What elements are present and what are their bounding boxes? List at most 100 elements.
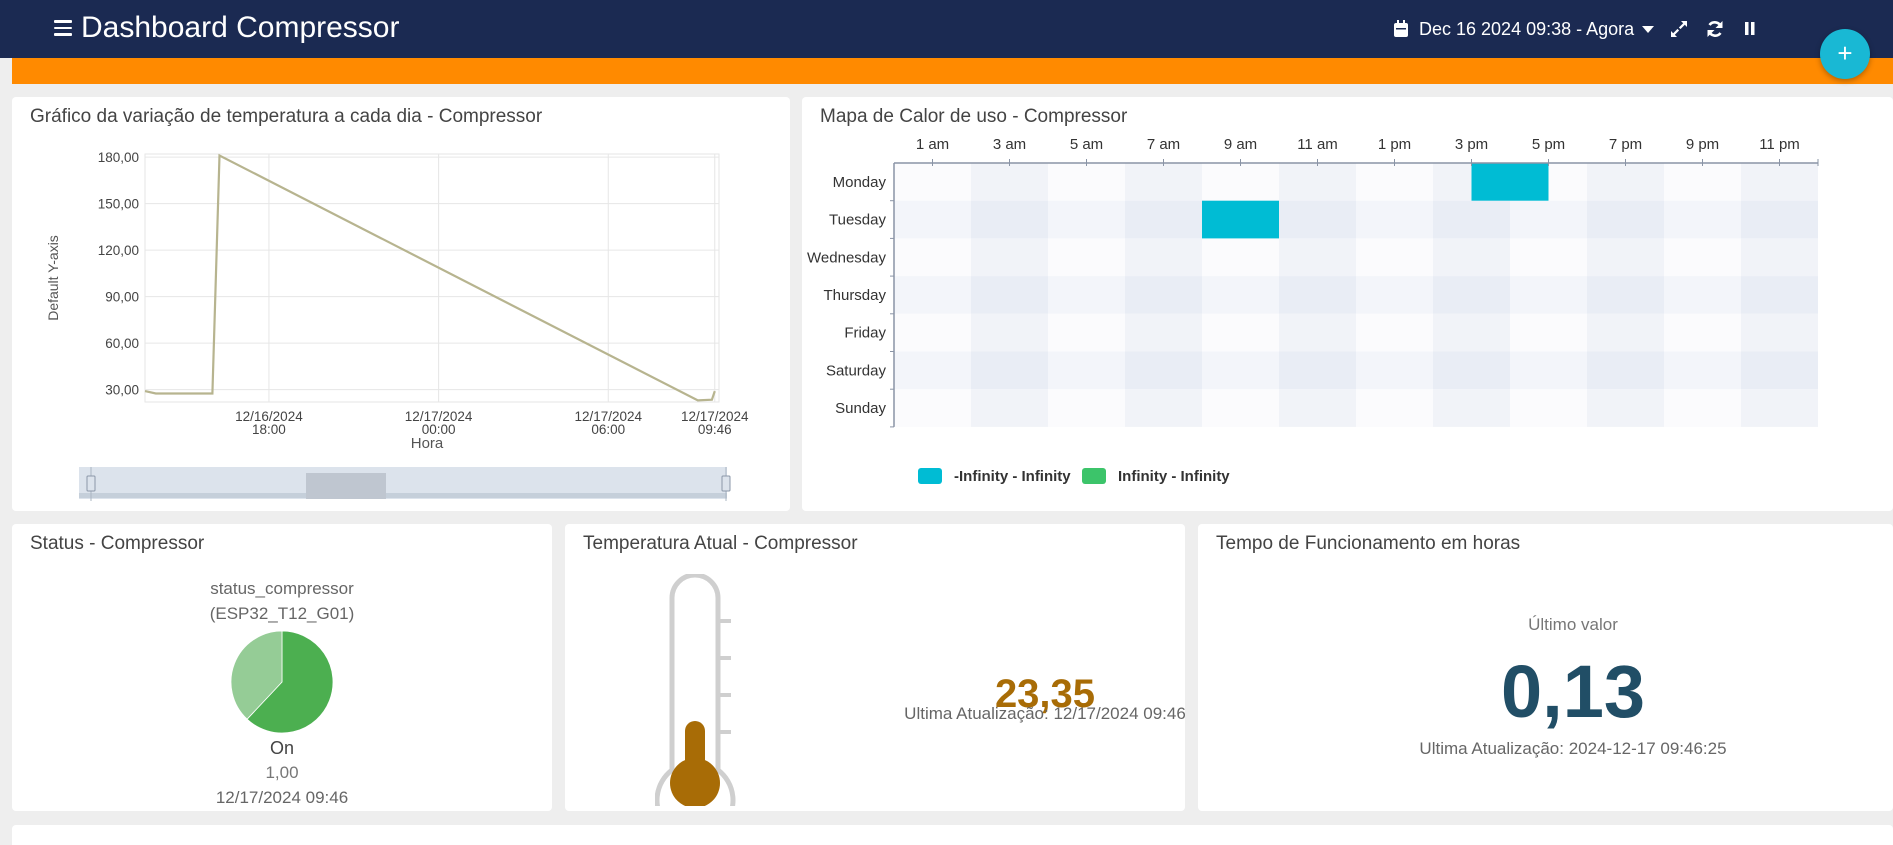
status-device-name: (ESP32_T12_G01) — [209, 604, 355, 623]
navigator-right-handle[interactable] — [721, 475, 731, 492]
panel-title: Temperatura Atual - Compressor — [583, 533, 858, 554]
heatmap-bg-cell — [1664, 238, 1741, 277]
add-widget-button[interactable]: + — [1820, 29, 1870, 79]
legend-swatch[interactable] — [1082, 468, 1106, 484]
legend-label[interactable]: -Infinity - Infinity — [954, 468, 1071, 485]
heatmap-bg-cell — [1356, 200, 1433, 239]
heatmap-hour-label: 1 pm — [1378, 136, 1411, 153]
heatmap-hour-label: 3 am — [993, 136, 1026, 153]
temperature-series-line — [144, 153, 716, 402]
runtime-panel: Tempo de Funcionamento em horas Último v… — [1198, 524, 1893, 811]
range-navigator[interactable] — [79, 467, 731, 501]
heatmap-bg-cell — [1433, 276, 1510, 314]
navigator-left-handle[interactable] — [86, 475, 96, 492]
usage-heatmap[interactable]: 1 am 3 am 5 am 7 am 9 am 11 am 1 pm 3 pm 5 pm 7 p… — [802, 97, 1893, 511]
heatmap-bg-cell — [1587, 313, 1664, 352]
heatmap-bg-cell — [1202, 313, 1279, 352]
heatmap-hour-label: 7 am — [1147, 136, 1180, 153]
heatmap-bg-cell — [1202, 163, 1279, 201]
heatmap-hour-label: 9 pm — [1686, 136, 1719, 153]
heatmap-bg-cell — [1356, 238, 1433, 277]
status-timestamp: 12/17/2024 09:46 — [215, 788, 349, 807]
plot-area — [144, 153, 720, 403]
heatmap-bg-cell — [1202, 238, 1279, 277]
calendar-icon — [1394, 20, 1408, 37]
heatmap-bg-cell — [1279, 276, 1356, 314]
y-tick-label: 150,00 — [98, 197, 139, 212]
menu-icon[interactable] — [54, 20, 72, 36]
heatmap-day-label: Thursday — [823, 287, 886, 304]
heatmap-bg-cell — [1356, 276, 1433, 314]
heatmap-bg-cell — [1664, 351, 1741, 390]
panel-title: Tempo de Funcionamento em horas — [1216, 533, 1521, 554]
runtime-last-update: Ultima Atualização: 2024-12-17 09:46:25 — [1419, 739, 1727, 758]
heatmap-bg-cell — [894, 389, 971, 427]
heatmap-bg-cell — [1510, 276, 1587, 314]
date-range-picker[interactable]: Dec 16 2024 09:38 - Agora — [1393, 18, 1655, 40]
heatmap-bg-cell — [1664, 389, 1741, 427]
heatmap-bg-cell — [1433, 389, 1510, 427]
heatmap-bg-cell — [1125, 163, 1202, 201]
x-tick-time: 18:00 — [252, 422, 286, 437]
heatmap-bg-cell — [1048, 313, 1125, 352]
heatmap-bg-cell — [1510, 389, 1587, 427]
heatmap-bg-cell — [1433, 238, 1510, 277]
heatmap-hour-label: 9 am — [1224, 136, 1257, 153]
current-temperature-panel: Temperatura Atual - Compressor 23,35 Ult… — [565, 524, 1185, 811]
heatmap-day-label: Tuesday — [829, 212, 886, 229]
heatmap-bg-cell — [1741, 163, 1818, 201]
legend-swatch[interactable] — [918, 468, 942, 484]
y-tick-label: 180,00 — [98, 150, 139, 165]
heatmap-bg-cell — [1587, 276, 1664, 314]
status-variable-name: status_compressor — [210, 579, 354, 598]
temperature-line-chart[interactable]: 180,00150,00120,0090,0060,0030,00 12/16/… — [12, 97, 790, 511]
heatmap-bg-cell — [1125, 238, 1202, 277]
heatmap-cell[interactable] — [1471, 163, 1549, 201]
heatmap-bg-cell — [1741, 276, 1818, 314]
heatmap-bg-cell — [1048, 200, 1125, 239]
heatmap-bg-cell — [1433, 351, 1510, 390]
x-axis-label: Hora — [411, 435, 444, 452]
status-state: On — [269, 738, 294, 758]
status-value: 1,00 — [265, 763, 299, 782]
heatmap-bg-cell — [1125, 313, 1202, 352]
heatmap-bg-cell — [1048, 389, 1125, 427]
refresh-icon[interactable] — [1705, 19, 1725, 39]
heatmap-hour-label: 1 am — [916, 136, 949, 153]
heatmap-day-label: Wednesday — [807, 249, 886, 266]
plus-icon: + — [1837, 38, 1853, 68]
thermometer-icon — [655, 574, 736, 806]
heatmap-day-label: Friday — [844, 325, 886, 342]
heatmap-bg-cell — [1356, 389, 1433, 427]
navigator-window[interactable] — [306, 473, 386, 499]
heatmap-bg-cell — [1433, 200, 1510, 239]
heatmap-bg-cell — [1510, 200, 1587, 239]
date-range-label: Dec 16 2024 09:38 - Agora — [1419, 18, 1635, 39]
heatmap-bg-cell — [1202, 276, 1279, 314]
temperature-chart-panel: Gráfico da variação de temperatura a cad… — [12, 97, 790, 511]
heatmap-bg-cell — [971, 276, 1048, 314]
runtime-value: 0,13 — [1500, 650, 1646, 733]
heatmap-bg-cell — [1356, 313, 1433, 352]
heatmap-bg-cell — [1048, 238, 1125, 277]
heatmap-hour-label: 11 pm — [1759, 136, 1800, 153]
x-tick-time: 09:46 — [698, 422, 732, 437]
heatmap-bg-cell — [1664, 276, 1741, 314]
heatmap-cell[interactable] — [1202, 200, 1279, 239]
pause-icon[interactable] — [1740, 19, 1760, 39]
legend-label[interactable]: Infinity - Infinity — [1118, 468, 1230, 485]
heatmap-bg-cell — [1125, 389, 1202, 427]
heatmap-bg-cell — [1125, 276, 1202, 314]
heatmap-bg-cell — [1279, 351, 1356, 390]
heatmap-bg-cell — [1664, 313, 1741, 352]
expand-icon[interactable] — [1669, 19, 1689, 39]
next-panel-edge — [12, 825, 1893, 845]
heatmap-bg-cell — [1741, 389, 1818, 427]
heatmap-day-label: Sunday — [835, 400, 886, 417]
heatmap-bg-cell — [1587, 200, 1664, 239]
heatmap-bg-cell — [894, 238, 971, 277]
y-axis-label: Default Y-axis — [45, 235, 61, 321]
heatmap-bg-cell — [1587, 351, 1664, 390]
heatmap-bg-cell — [1202, 351, 1279, 390]
heatmap-bg-cell — [894, 351, 971, 390]
